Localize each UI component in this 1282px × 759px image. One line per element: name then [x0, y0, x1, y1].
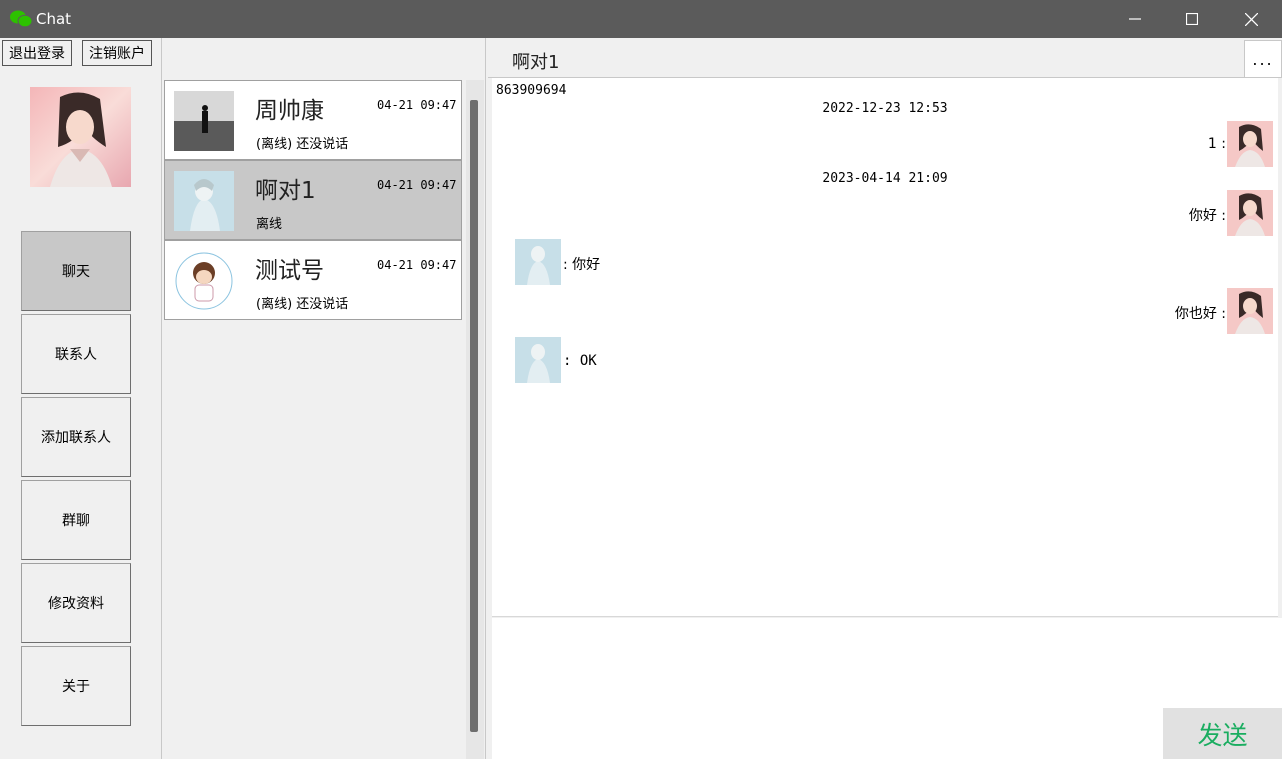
message-text: : 你好: [563, 257, 601, 273]
contact-avatar: [174, 251, 234, 311]
chat-panel: 啊对1 ... 863909694 2022-12-23 12:53 1 : 2…: [488, 38, 1282, 759]
close-icon: [1244, 12, 1258, 26]
chat-id: 863909694: [496, 83, 567, 98]
message-timestamp: 2023-04-14 21:09: [822, 171, 948, 186]
contact-name: 周帅康: [255, 98, 324, 124]
my-message-avatar: [1227, 288, 1273, 334]
contact-list-panel: 周帅康 04-21 09:47 (离线) 还没说话 啊对1 04-21 09:4…: [162, 38, 486, 759]
message-timestamp: 2022-12-23 12:53: [822, 101, 948, 116]
nav-contacts-button[interactable]: 联系人: [21, 314, 131, 394]
title-bar: Chat: [0, 0, 1282, 38]
my-message-avatar: [1227, 121, 1273, 167]
minimize-icon: [1129, 18, 1141, 20]
maximize-button[interactable]: [1163, 0, 1221, 38]
contact-message-avatar: [515, 337, 561, 383]
contact-name: 啊对1: [255, 178, 316, 204]
contact-time: 04-21 09:47: [377, 178, 457, 192]
contact-message-avatar: [515, 239, 561, 285]
contact-item[interactable]: 测试号 04-21 09:47 (离线) 还没说话: [164, 240, 462, 320]
contact-time: 04-21 09:47: [377, 98, 457, 112]
contact-item[interactable]: 周帅康 04-21 09:47 (离线) 还没说话: [164, 80, 462, 160]
my-message-avatar: [1227, 190, 1273, 236]
message-text: 你也好 :: [1174, 306, 1226, 322]
contact-item[interactable]: 啊对1 04-21 09:47 离线: [164, 160, 462, 240]
logout-button[interactable]: 退出登录: [2, 40, 72, 66]
message-area[interactable]: 863909694 2022-12-23 12:53 1 : 2023-04-1…: [492, 78, 1278, 617]
contact-avatar: [174, 171, 234, 231]
message-text: : OK: [563, 353, 597, 369]
contact-status: 离线: [256, 217, 283, 232]
send-button[interactable]: 发送: [1163, 708, 1282, 759]
window-title: Chat: [36, 10, 72, 28]
contact-time: 04-21 09:47: [377, 258, 457, 272]
more-options-button[interactable]: ...: [1244, 40, 1282, 78]
nav-chat-button[interactable]: 聊天: [21, 231, 131, 311]
nav-group-chat-button[interactable]: 群聊: [21, 480, 131, 560]
maximize-icon: [1186, 13, 1198, 25]
chat-header: 啊对1 ...: [488, 38, 1282, 78]
close-button[interactable]: [1222, 0, 1280, 38]
contact-name: 测试号: [255, 258, 324, 284]
message-text: 你好 :: [1188, 208, 1226, 224]
minimize-button[interactable]: [1106, 0, 1164, 38]
contact-avatar: [174, 91, 234, 151]
chat-title: 啊对1: [512, 52, 560, 73]
contact-status: (离线) 还没说话: [256, 297, 349, 312]
nav-about-button[interactable]: 关于: [21, 646, 131, 726]
contact-status: (离线) 还没说话: [256, 137, 349, 152]
deregister-button[interactable]: 注销账户: [82, 40, 152, 66]
message-text: 1 :: [1207, 136, 1226, 152]
left-nav-panel: 退出登录 注销账户 聊天 联系人 添加联系人 群聊 修改资料 关于: [0, 38, 162, 759]
nav-add-contact-button[interactable]: 添加联系人: [21, 397, 131, 477]
scrollbar-thumb[interactable]: [470, 100, 478, 732]
user-avatar[interactable]: [30, 87, 131, 187]
wechat-icon: [10, 10, 32, 28]
nav-edit-profile-button[interactable]: 修改资料: [21, 563, 131, 643]
